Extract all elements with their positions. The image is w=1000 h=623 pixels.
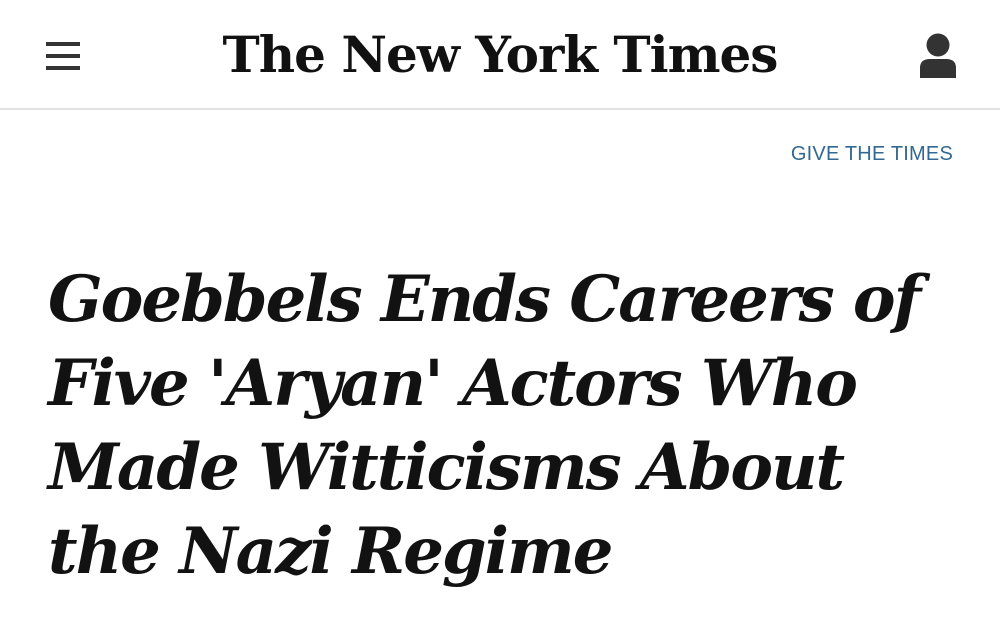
page: The New York Times GIVE THE TIMES Goebbe… xyxy=(0,0,1000,623)
article-headline: Goebbels Ends Careers of Five 'Aryan' Ac… xyxy=(48,262,921,589)
user-account-icon[interactable] xyxy=(918,32,958,80)
site-header: The New York Times xyxy=(0,0,1000,110)
give-the-times-link[interactable]: GIVE THE TIMES xyxy=(791,141,953,167)
site-logo[interactable]: The New York Times xyxy=(0,22,1000,88)
account-button[interactable] xyxy=(918,32,958,80)
